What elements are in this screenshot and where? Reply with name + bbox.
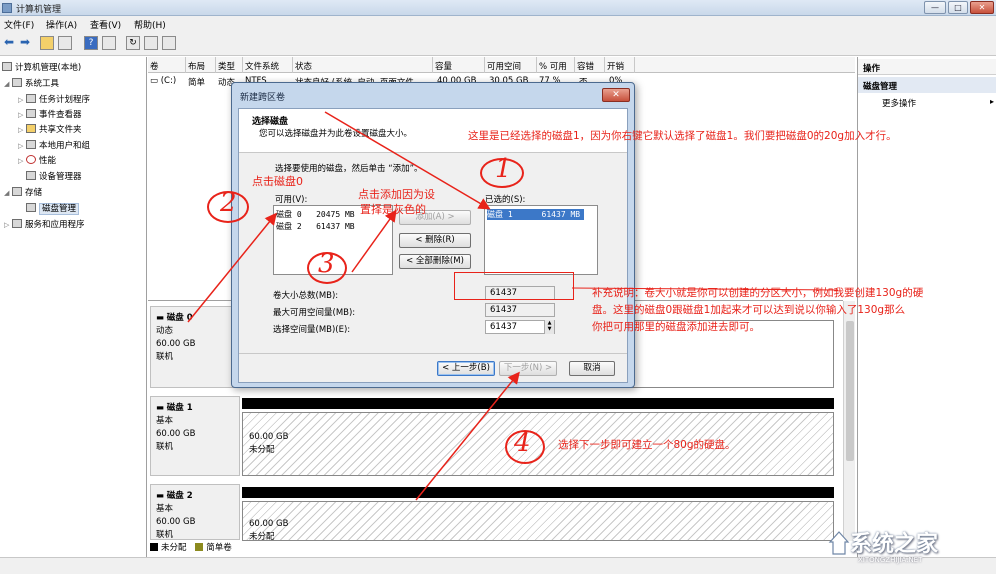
arrow-to-next-button <box>415 371 520 501</box>
watermark-text: 系统之家 <box>850 532 939 557</box>
annotation-extra-line2: 盘。这里的磁盘0跟磁盘1加起来才可以达到说以你输入了130g那么 <box>592 304 906 316</box>
annotation-box-volume-size <box>454 272 574 300</box>
watermark-subtext: XITONGZHIJIA.NET <box>858 556 923 564</box>
annotation-click-add-line2: 置择是灰色的 <box>360 203 426 216</box>
arrow-to-disk0 <box>187 212 277 323</box>
annotation-extra-line1: 补充说明：卷大小就是你可以创建的分区大小，例如我要创建130g的硬 <box>592 287 924 299</box>
annotation-number-2: 2 <box>220 188 237 218</box>
annotation-extra-line3: 你把可用那里的磁盘添加进去即可。 <box>592 321 760 333</box>
annotation-click-disk0: 点击磁盘0 <box>252 175 303 188</box>
site-watermark: 系统之家 XITONGZHIJIA.NET <box>828 522 994 572</box>
annotation-top-note: 这里是已经选择的磁盘1，因为你右键它默认选择了磁盘1。我们要把磁盘0的20g加入… <box>468 130 897 142</box>
annotation-next-note: 选择下一步即可建立一个80g的硬盘。 <box>558 439 736 451</box>
annotation-click-add-line1: 点击添加因为设 <box>358 188 435 201</box>
arrow-to-add-button <box>351 209 397 273</box>
annotation-number-1: 1 <box>495 154 512 184</box>
annotation-number-4: 4 <box>514 428 531 458</box>
house-logo-icon <box>828 531 850 555</box>
annotation-number-3: 3 <box>318 249 335 279</box>
